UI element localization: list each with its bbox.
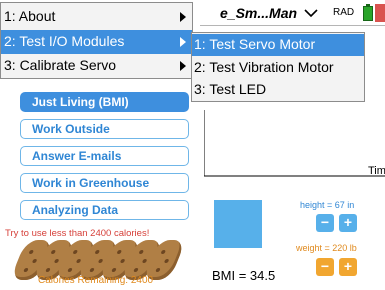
time-graph: [204, 110, 385, 177]
battery-icon: [363, 4, 373, 21]
activity-just-living-button[interactable]: Just Living (BMI): [20, 92, 189, 112]
menu-item-calibrate-servo[interactable]: 3: Calibrate Servo: [1, 54, 192, 78]
activity-answer-emails-button[interactable]: Answer E-mails: [20, 146, 189, 166]
height-label: height = 67 in: [300, 200, 355, 210]
activity-work-greenhouse-button[interactable]: Work in Greenhouse: [20, 173, 189, 193]
angle-mode-indicator: RAD: [333, 7, 355, 18]
menu-item-label: 2: Test I/O Modules: [4, 33, 125, 49]
chevron-right-icon: [180, 61, 186, 71]
calorie-hint-text: Try to use less than 2400 calories!: [5, 228, 150, 239]
height-increase-button[interactable]: +: [339, 214, 357, 232]
document-title: e_Sm...Man: [220, 5, 298, 21]
bmi-readout: BMI = 34.5: [212, 268, 276, 283]
menu-item-label: 3: Calibrate Servo: [4, 57, 117, 73]
chevron-right-icon: [180, 37, 186, 47]
submenu-item-test-led[interactable]: 3: Test LED: [192, 79, 364, 101]
chevron-right-icon: [180, 12, 186, 22]
weight-increase-button[interactable]: +: [339, 258, 357, 276]
sub-menu: 1: Test Servo Motor 2: Test Vibration Mo…: [191, 32, 365, 102]
height-decrease-button[interactable]: −: [316, 214, 334, 232]
graph-axis-label: Tim: [368, 165, 385, 177]
menu-item-label: 1: About: [4, 8, 56, 24]
weight-decrease-button[interactable]: −: [316, 258, 334, 276]
weight-label: weight = 220 lb: [296, 243, 357, 253]
title-bar: e_Sm...Man RAD: [200, 0, 385, 26]
menu-item-about[interactable]: 1: About: [1, 5, 192, 29]
calories-remaining-text: Calories Remaining: 2400: [38, 275, 154, 286]
activity-analyzing-data-button[interactable]: Analyzing Data: [20, 200, 189, 220]
cookie-row: [9, 240, 208, 280]
close-icon[interactable]: [375, 4, 385, 22]
menu-item-test-io-modules[interactable]: 2: Test I/O Modules: [1, 30, 192, 54]
activity-work-outside-button[interactable]: Work Outside: [20, 119, 189, 139]
main-menu: 1: About 2: Test I/O Modules 3: Calibrat…: [0, 2, 193, 79]
bmi-indicator-square: [214, 200, 262, 248]
submenu-item-test-vibration-motor[interactable]: 2: Test Vibration Motor: [192, 57, 364, 79]
submenu-item-test-servo-motor[interactable]: 1: Test Servo Motor: [192, 34, 364, 56]
chevron-down-icon[interactable]: [304, 7, 318, 19]
